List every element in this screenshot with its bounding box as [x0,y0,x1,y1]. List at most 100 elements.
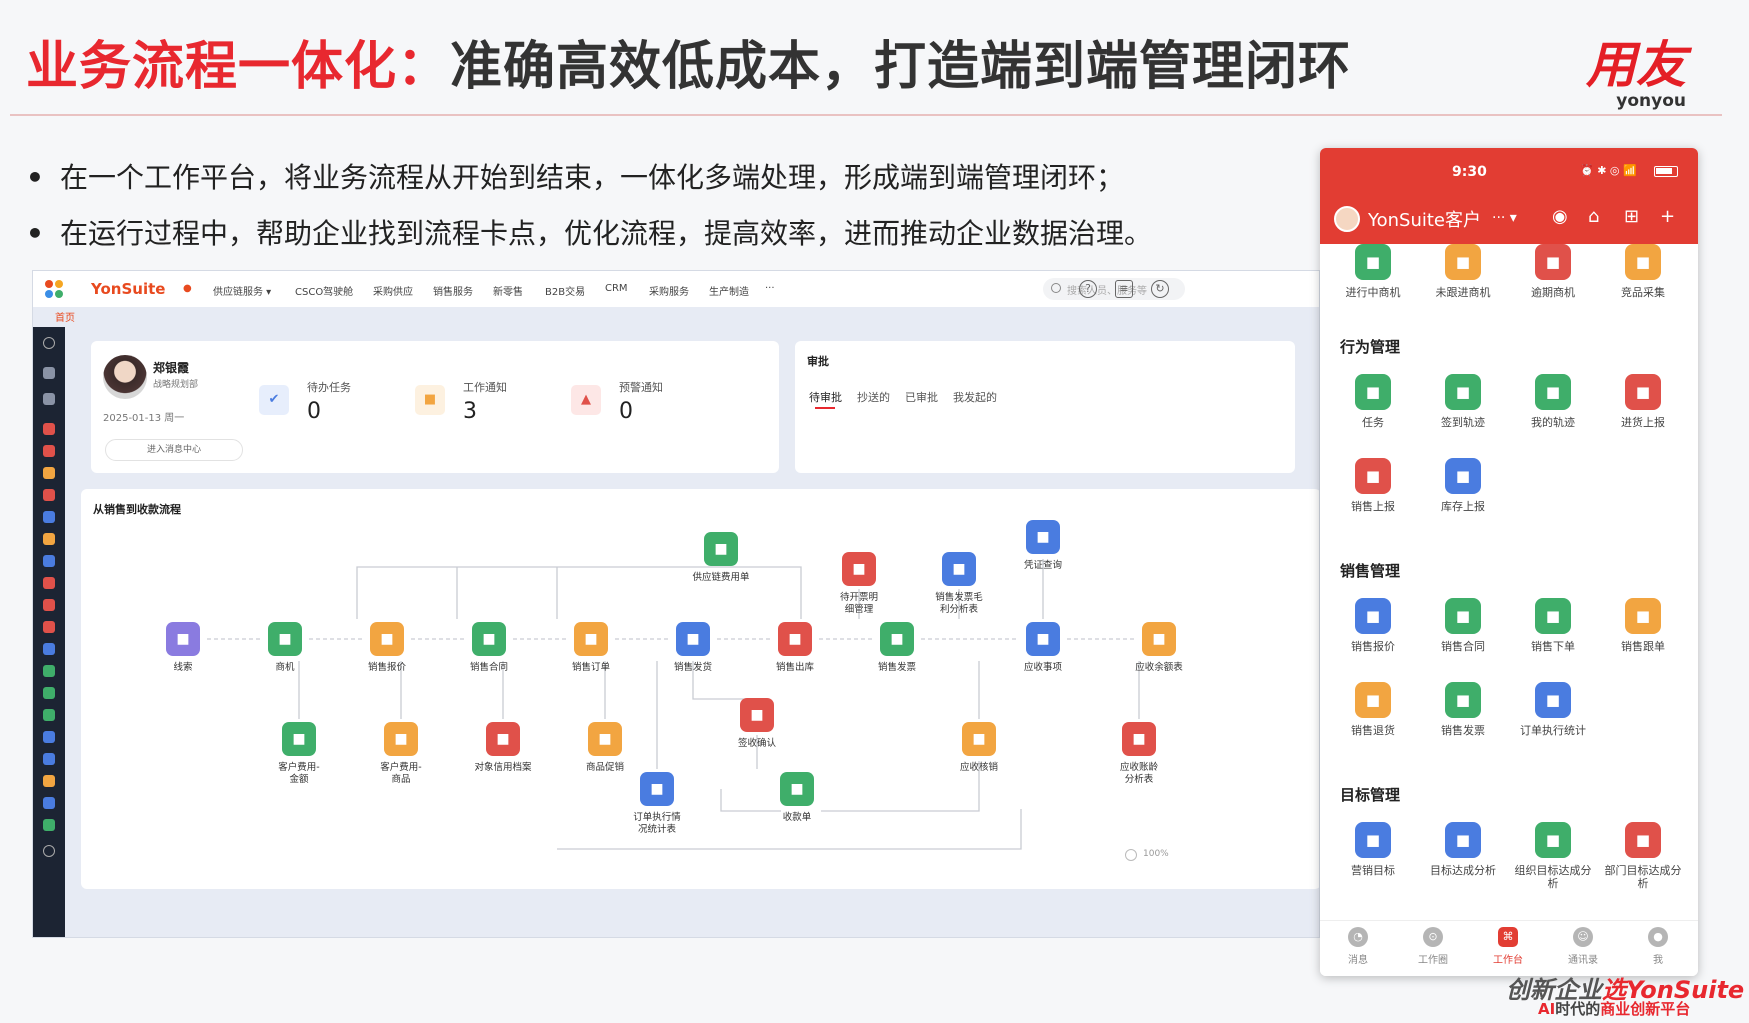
sidebar-app-icon[interactable] [43,753,55,765]
mobile-app-item[interactable]: ■ 任务 [1328,374,1418,429]
nav-item[interactable]: CSCO驾驶舱 [295,283,353,298]
flow-node[interactable]: ■ 应收账龄 分析表 [1099,722,1179,786]
flow-node[interactable]: ■ 销售发货 [653,622,733,674]
flow-node[interactable]: ■ 销售订单 [551,622,631,674]
message-center-button[interactable]: 进入消息中心 [105,439,243,461]
nav-item[interactable]: 生产制造 [709,283,749,298]
flow-node[interactable]: ■ 客户费用- 商品 [361,722,441,786]
flow-node[interactable]: ■ 客户费用- 金额 [259,722,339,786]
message-icon[interactable]: ≡ [1115,280,1133,298]
mobile-app-item[interactable]: ■ 销售跟单 [1598,598,1688,653]
tab-cc[interactable]: 抄送的 [857,389,890,405]
sidebar-app-icon[interactable] [43,643,55,655]
flow-node[interactable]: ■ 供应链费用单 [681,532,761,584]
flow-node[interactable]: ■ 应收核销 [939,722,1019,774]
nav-item[interactable]: 采购供应 [373,283,413,298]
sidebar-app-icon[interactable] [43,797,55,809]
mobile-app-item[interactable]: ■ 竞品采集 [1598,244,1688,299]
tab-initiated[interactable]: 我发起的 [953,389,997,405]
mobile-app-item[interactable]: ■ 我的轨迹 [1508,374,1598,429]
flow-node[interactable]: ■ 对象信用档案 [463,722,543,774]
mobile-app-item[interactable]: ■ 销售报价 [1328,598,1418,653]
tab-workcircle[interactable]: ⊙ 工作圈 [1395,927,1471,966]
sidebar-app-icon[interactable] [43,687,55,699]
flow-node[interactable]: ■ 签收确认 [717,698,797,750]
sidebar-app-icon[interactable] [43,775,55,787]
sidebar-settings-icon[interactable] [43,845,55,857]
flow-node[interactable]: ■ 商机 [245,622,325,674]
flow-node[interactable]: ■ 商品促销 [565,722,645,774]
sidebar-app-icon[interactable] [43,731,55,743]
sidebar-app-icon[interactable] [43,665,55,677]
stat-notice[interactable]: ■ 工作通知 3 [415,377,565,437]
nav-item[interactable]: 采购服务 [649,283,689,298]
mobile-app-item[interactable]: ■ 销售合同 [1418,598,1508,653]
flow-node[interactable]: ■ 销售报价 [347,622,427,674]
refresh-icon[interactable]: ↻ [1151,280,1169,298]
mobile-app-item[interactable]: ■ 部门目标达成分 析 [1598,822,1688,890]
grid-icon[interactable]: ⊞ [1624,206,1639,227]
tab-contacts[interactable]: ☺ 通讯录 [1545,927,1621,966]
sidebar-app-icon[interactable] [43,467,55,479]
flow-node[interactable]: ■ 订单执行情 况统计表 [617,772,697,836]
sidebar-app-icon[interactable] [43,599,55,611]
flow-node[interactable]: ■ 凭证查询 [1003,520,1083,572]
mobile-app-item[interactable]: ■ 签到轨迹 [1418,374,1508,429]
sidebar-app-icon[interactable] [43,511,55,523]
mobile-app-item[interactable]: ■ 库存上报 [1418,458,1508,513]
tab-message[interactable]: ◔ 消息 [1320,927,1396,966]
flow-node[interactable]: ■ 待开票明 细管理 [819,552,899,616]
tab-me[interactable]: ● 我 [1620,927,1696,966]
mobile-app-item[interactable]: ■ 逾期商机 [1508,244,1598,299]
sidebar-app-icon[interactable] [43,577,55,589]
nav-more[interactable]: ··· [765,283,775,294]
flow-node[interactable]: ■ 线索 [143,622,223,674]
nav-item[interactable]: CRM [605,283,628,294]
mobile-app-item[interactable]: ■ 未跟进商机 [1418,244,1508,299]
stat-alert[interactable]: ▲ 预警通知 0 [571,377,721,437]
sidebar-app-icon[interactable] [43,393,55,405]
nav-item[interactable]: 新零售 [493,283,523,298]
flow-node[interactable]: ■ 销售合同 [449,622,529,674]
add-icon[interactable]: + [1660,206,1675,227]
sidebar-search-icon[interactable] [43,337,55,349]
flow-node[interactable]: ■ 收款单 [757,772,837,824]
flow-node[interactable]: ■ 应收余额表 [1119,622,1199,674]
mobile-app-item[interactable]: ■ 订单执行统计 [1508,682,1598,737]
nav-item[interactable]: B2B交易 [545,283,585,298]
mobile-app-item[interactable]: ■ 销售发票 [1418,682,1508,737]
nav-item[interactable]: 供应链服务 ▾ [213,283,271,298]
avatar[interactable] [1334,206,1360,232]
tab-workbench[interactable]: ⌘ 工作台 [1470,927,1546,966]
sidebar-app-icon[interactable] [43,367,55,379]
stat-todo[interactable]: ✔ 待办任务 0 [259,377,409,437]
sidebar-app-icon[interactable] [43,819,55,831]
tab-pending[interactable]: 待审批 [809,389,842,405]
mobile-app-item[interactable]: ■ 营销目标 [1328,822,1418,877]
sidebar-app-icon[interactable] [43,489,55,501]
home-icon[interactable]: ● [183,283,192,294]
mobile-app-item[interactable]: ■ 进货上报 [1598,374,1688,429]
help-icon[interactable]: ? [1079,280,1097,298]
sidebar-app-icon[interactable] [43,709,55,721]
mobile-app-item[interactable]: ■ 组织目标达成分 析 [1508,822,1598,890]
mobile-app-item[interactable]: ■ 销售上报 [1328,458,1418,513]
sidebar-app-icon[interactable] [43,533,55,545]
zoom-out-icon[interactable] [1125,849,1137,861]
mobile-app-item[interactable]: ■ 目标达成分析 [1418,822,1508,877]
flow-node[interactable]: ■ 销售发票毛 利分析表 [919,552,999,616]
sidebar-app-icon[interactable] [43,423,55,435]
mobile-app-item[interactable]: ■ 进行中商机 [1328,244,1418,299]
flow-node[interactable]: ■ 销售出库 [755,622,835,674]
mobile-app-item[interactable]: ■ 销售退货 [1328,682,1418,737]
mobile-app-item[interactable]: ■ 销售下单 [1508,598,1598,653]
home-icon[interactable]: ⌂ [1588,206,1599,227]
breadcrumb[interactable]: 首页 [55,309,75,324]
nav-item[interactable]: 销售服务 [433,283,473,298]
sidebar-app-icon[interactable] [43,445,55,457]
flow-node[interactable]: ■ 应收事项 [1003,622,1083,674]
sidebar-app-icon[interactable] [43,621,55,633]
app-menu[interactable]: ··· ▾ [1492,210,1517,226]
tab-approved[interactable]: 已审批 [905,389,938,405]
flow-node[interactable]: ■ 销售发票 [857,622,937,674]
